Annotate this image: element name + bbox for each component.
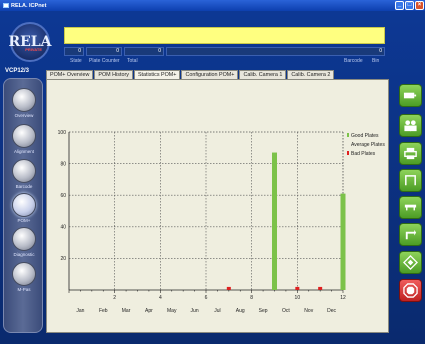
tray-icon (404, 204, 417, 211)
nav-diagnostic[interactable]: Diagnostic (9, 227, 39, 257)
nav-label: Barcode (15, 184, 33, 189)
good-plates-bar (272, 152, 277, 290)
month-label: Apr (145, 308, 153, 314)
navigation-panel: Overview Alignment Barcode POM+ Diagnost… (3, 78, 43, 333)
users-icon (404, 120, 417, 132)
nav-knob[interactable] (12, 124, 36, 148)
nav-label: Overview (14, 113, 34, 118)
logo-sub: PRIVATE (25, 47, 42, 52)
month-label: Oct (282, 308, 290, 314)
legend-label: Average Plates (351, 142, 385, 148)
month-label: Nov (304, 308, 313, 314)
stop-button[interactable] (399, 279, 422, 302)
nav-m-pas[interactable]: M-Pas (9, 262, 39, 292)
month-label: Jan (76, 308, 84, 314)
legend-swatch (347, 151, 349, 155)
battery-button[interactable] (399, 84, 422, 107)
nav-knob[interactable] (12, 88, 36, 112)
tray-button[interactable] (399, 196, 422, 219)
legend-label: Bad Plates (351, 151, 376, 157)
month-label: Jun (191, 308, 199, 314)
nav-alignment[interactable]: Alignment (9, 124, 39, 154)
printer-icon (404, 147, 417, 160)
month-label: Mar (122, 308, 131, 314)
maximize-button[interactable]: □ (405, 1, 414, 10)
month-label: May (167, 308, 177, 314)
bad-plates-bar (318, 286, 323, 290)
x-tick-label: 12 (340, 295, 346, 301)
month-label: Aug (236, 308, 245, 314)
counters: 0 0 0 0 (64, 47, 385, 56)
nav-label: POM+ (17, 218, 31, 223)
bin-label: Bin (372, 58, 380, 64)
frame-icon (405, 175, 416, 186)
stop-icon (403, 283, 418, 298)
month-label: Sep (259, 308, 268, 314)
status-message-bar (64, 27, 385, 44)
window-title: RELA. ICPnet (11, 2, 47, 9)
nav-label: M-Pas (17, 287, 31, 292)
tab-statistics-pom[interactable]: Statistics POM+ (133, 70, 181, 79)
nav-knob[interactable] (12, 227, 36, 251)
month-label: Feb (99, 308, 108, 314)
cycle-icon (405, 229, 417, 240)
total-counter: 0 (124, 47, 164, 56)
tab-configuration-pom[interactable]: Configuration POM+ (181, 70, 239, 79)
nav-barcode[interactable]: Barcode (9, 159, 39, 189)
nav-knob[interactable] (12, 193, 36, 217)
close-button[interactable]: × (415, 1, 424, 10)
y-tick-label: 80 (60, 161, 66, 167)
barcode-counter: 0 (166, 47, 385, 56)
nav-knob[interactable] (12, 262, 36, 286)
minimize-button[interactable]: _ (395, 1, 404, 10)
tab-calib-camera-2[interactable]: Calib. Camera 2 (287, 70, 335, 79)
bad-plates-bar (226, 286, 231, 290)
x-tick-label: 8 (250, 295, 253, 301)
y-tick-label: 20 (60, 256, 66, 262)
y-tick-label: 100 (58, 130, 67, 136)
plate-counter: 0 (86, 47, 122, 56)
plate-counter-label: Plate Counter (89, 58, 120, 64)
cycle-button[interactable] (399, 223, 422, 246)
users-button[interactable] (399, 114, 422, 137)
tab-bar: POM+ Overview POM History Statistics POM… (46, 70, 335, 79)
x-tick-label: 4 (159, 295, 162, 301)
nav-overview[interactable]: Overview (9, 88, 39, 118)
y-tick-label: 40 (60, 225, 66, 231)
tab-calib-camera-1[interactable]: Calib. Camera 1 (239, 70, 287, 79)
diamond-button[interactable] (399, 251, 422, 274)
legend-label: Good Plates (351, 133, 379, 139)
nav-label: Diagnostic (13, 252, 35, 257)
x-tick-label: 6 (205, 295, 208, 301)
app-icon (3, 3, 9, 8)
total-label: Total (127, 58, 138, 64)
bad-plates-bar (295, 286, 300, 290)
month-label: Dec (327, 308, 336, 314)
counter-labels: State Plate Counter Total Barcode Bin (64, 58, 394, 66)
nav-label: Alignment (13, 149, 34, 154)
title-bar: RELA. ICPnet _ □ × (0, 0, 425, 11)
statistics-panel: 20 40 60 80 100 2 4 6 8 10 12 Jan Feb Mar Apr May Jun Jul… (46, 79, 389, 333)
nav-pom-plus[interactable]: POM+ (9, 193, 39, 223)
machine-id: VCP12/3 (5, 68, 30, 74)
state-counter: 0 (64, 47, 84, 56)
legend-swatch (347, 133, 349, 137)
frame-button[interactable] (399, 169, 422, 192)
good-plates-bar (340, 193, 346, 290)
statistics-chart: 20 40 60 80 100 2 4 6 8 10 12 Jan Feb Mar Apr May Jun Jul… (58, 130, 386, 314)
tab-pom-history[interactable]: POM History (94, 70, 133, 79)
tab-pom-overview[interactable]: POM+ Overview (46, 70, 94, 79)
diamond-icon (403, 255, 418, 270)
printer-button[interactable] (399, 142, 422, 165)
state-label: State (70, 58, 82, 64)
logo: RELA PRIVATE (9, 22, 52, 62)
month-label: Jul (214, 308, 220, 314)
battery-icon (403, 92, 417, 99)
x-tick-label: 10 (295, 295, 301, 301)
nav-knob[interactable] (12, 159, 36, 183)
x-tick-label: 2 (113, 295, 116, 301)
barcode-label: Barcode (344, 58, 363, 64)
y-tick-label: 60 (60, 193, 66, 199)
